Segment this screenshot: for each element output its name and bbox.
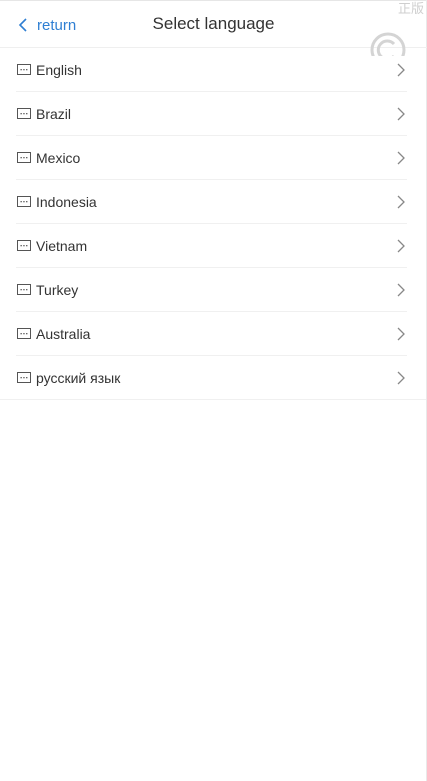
chevron-right-icon <box>397 195 405 209</box>
language-item[interactable]: Brazil <box>0 92 427 136</box>
language-item[interactable]: Indonesia <box>0 180 427 224</box>
language-label: Australia <box>36 326 91 342</box>
language-label: Mexico <box>36 150 81 166</box>
navigation-bar: return Select language 正版 <box>0 1 427 56</box>
language-label: English <box>36 62 82 78</box>
message-box-icon <box>17 196 31 207</box>
chevron-right-icon <box>397 327 405 341</box>
language-label: Turkey <box>36 282 79 298</box>
message-box-icon <box>17 284 31 295</box>
language-label: Vietnam <box>36 238 88 254</box>
language-item[interactable]: English <box>0 48 427 92</box>
language-item[interactable]: Mexico <box>0 136 427 180</box>
watermark-text: 正版 <box>397 2 424 17</box>
language-item[interactable]: Turkey <box>0 268 427 312</box>
language-item[interactable]: русский язык <box>0 356 427 400</box>
chevron-right-icon <box>397 63 405 77</box>
chevron-right-icon <box>397 371 405 385</box>
chevron-right-icon <box>397 151 405 165</box>
message-box-icon <box>17 372 31 383</box>
language-label: Indonesia <box>36 194 97 210</box>
message-box-icon <box>17 108 31 119</box>
language-item[interactable]: Australia <box>0 312 427 356</box>
message-box-icon <box>17 64 31 75</box>
message-box-icon <box>17 240 31 251</box>
chevron-right-icon <box>397 107 405 121</box>
language-list: English Brazil Mexico Indonesia Vietnam Turke… <box>0 48 427 400</box>
message-box-icon <box>17 328 31 339</box>
page-title: Select language <box>152 14 275 33</box>
message-box-icon <box>17 152 31 163</box>
chevron-right-icon <box>397 239 405 253</box>
language-label: русский язык <box>36 370 121 386</box>
language-item[interactable]: Vietnam <box>0 224 427 268</box>
chevron-right-icon <box>397 283 405 297</box>
language-label: Brazil <box>36 106 72 122</box>
